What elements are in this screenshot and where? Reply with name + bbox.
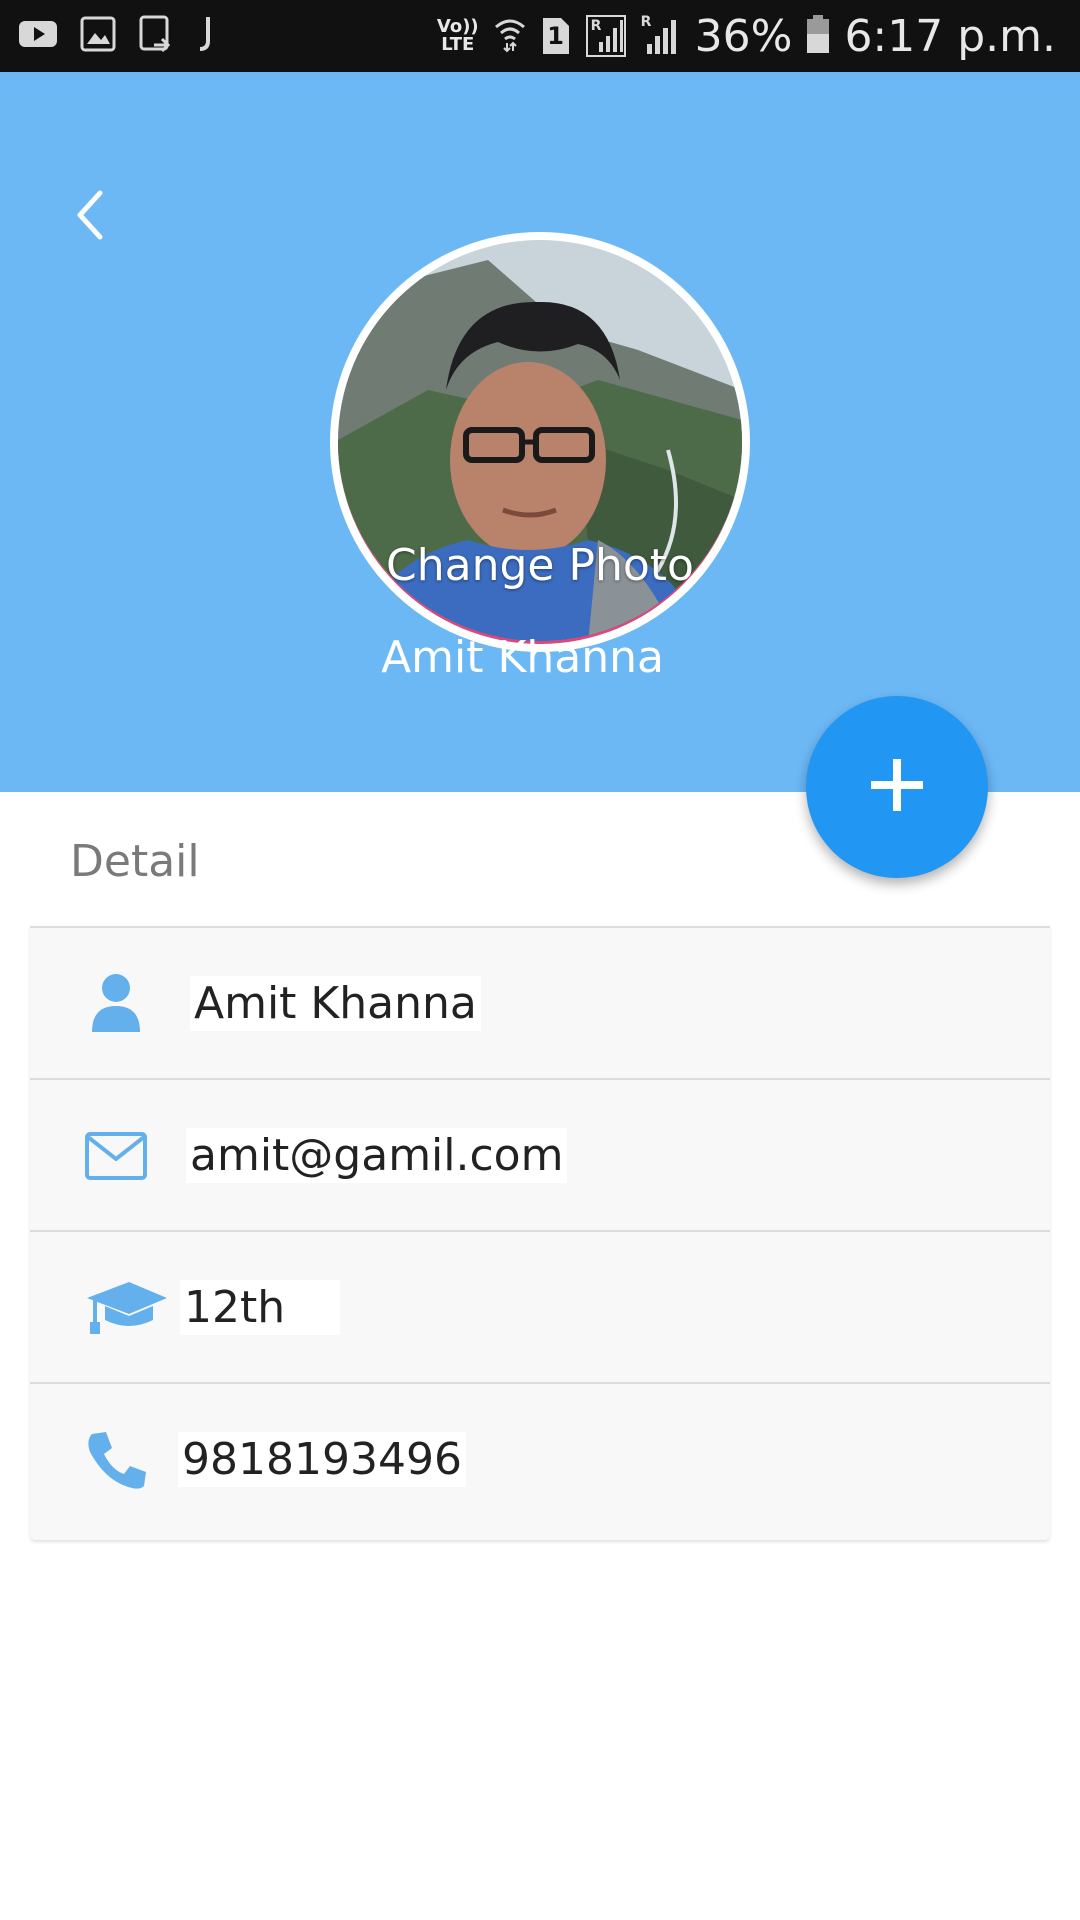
detail-section-title: Detail [70, 836, 200, 887]
battery-percent: 36% [694, 10, 793, 62]
status-bar: Vo)) LTE 1 R R 36% 6:17 p.m. [0, 0, 1080, 72]
detail-email-value: amit@gamil.com [186, 1128, 568, 1183]
phone-icon [76, 1420, 156, 1500]
detail-name-value: Amit Khanna [190, 976, 481, 1031]
sim-number: 1 [547, 22, 564, 50]
gallery-icon [80, 16, 116, 57]
lte-label: LTE [441, 34, 475, 55]
roaming-label-1: R [590, 18, 602, 34]
detail-card: Amit Khanna amit@gamil.com 12th 98181934… [30, 926, 1050, 1540]
back-button[interactable] [60, 182, 120, 252]
screen-share-icon [138, 15, 174, 58]
volte-icon: Vo)) LTE [437, 18, 479, 54]
envelope-icon [76, 1116, 156, 1196]
wifi-icon [493, 15, 527, 58]
add-button[interactable] [806, 696, 988, 878]
clock: 6:17 p.m. [844, 10, 1056, 62]
battery-icon [806, 14, 830, 59]
sim-icon: 1 [541, 16, 571, 56]
detail-row-phone[interactable]: 9818193496 [30, 1384, 1050, 1536]
signal-roaming-icon: R [585, 14, 627, 58]
detail-phone-value: 9818193496 [178, 1432, 466, 1487]
person-icon [76, 964, 156, 1044]
avatar[interactable]: Change Photo [338, 240, 742, 644]
youtube-icon [18, 18, 58, 55]
plus-icon [867, 755, 927, 820]
detail-row-name[interactable]: Amit Khanna [30, 928, 1050, 1080]
change-photo-label[interactable]: Change Photo [338, 540, 742, 591]
detail-row-email[interactable]: amit@gamil.com [30, 1080, 1050, 1232]
jio-icon [196, 15, 216, 58]
detail-row-education[interactable]: 12th [30, 1232, 1050, 1384]
roaming-label-2: R [640, 14, 652, 30]
graduation-cap-icon [82, 1268, 172, 1348]
profile-name: Amit Khanna [381, 632, 664, 683]
chevron-left-icon [70, 185, 110, 250]
avatar-frame[interactable]: Change Photo [330, 232, 750, 652]
detail-education-value: 12th [180, 1280, 340, 1335]
profile-header: Change Photo Amit Khanna [0, 72, 1080, 792]
signal-icon: R [641, 14, 681, 58]
